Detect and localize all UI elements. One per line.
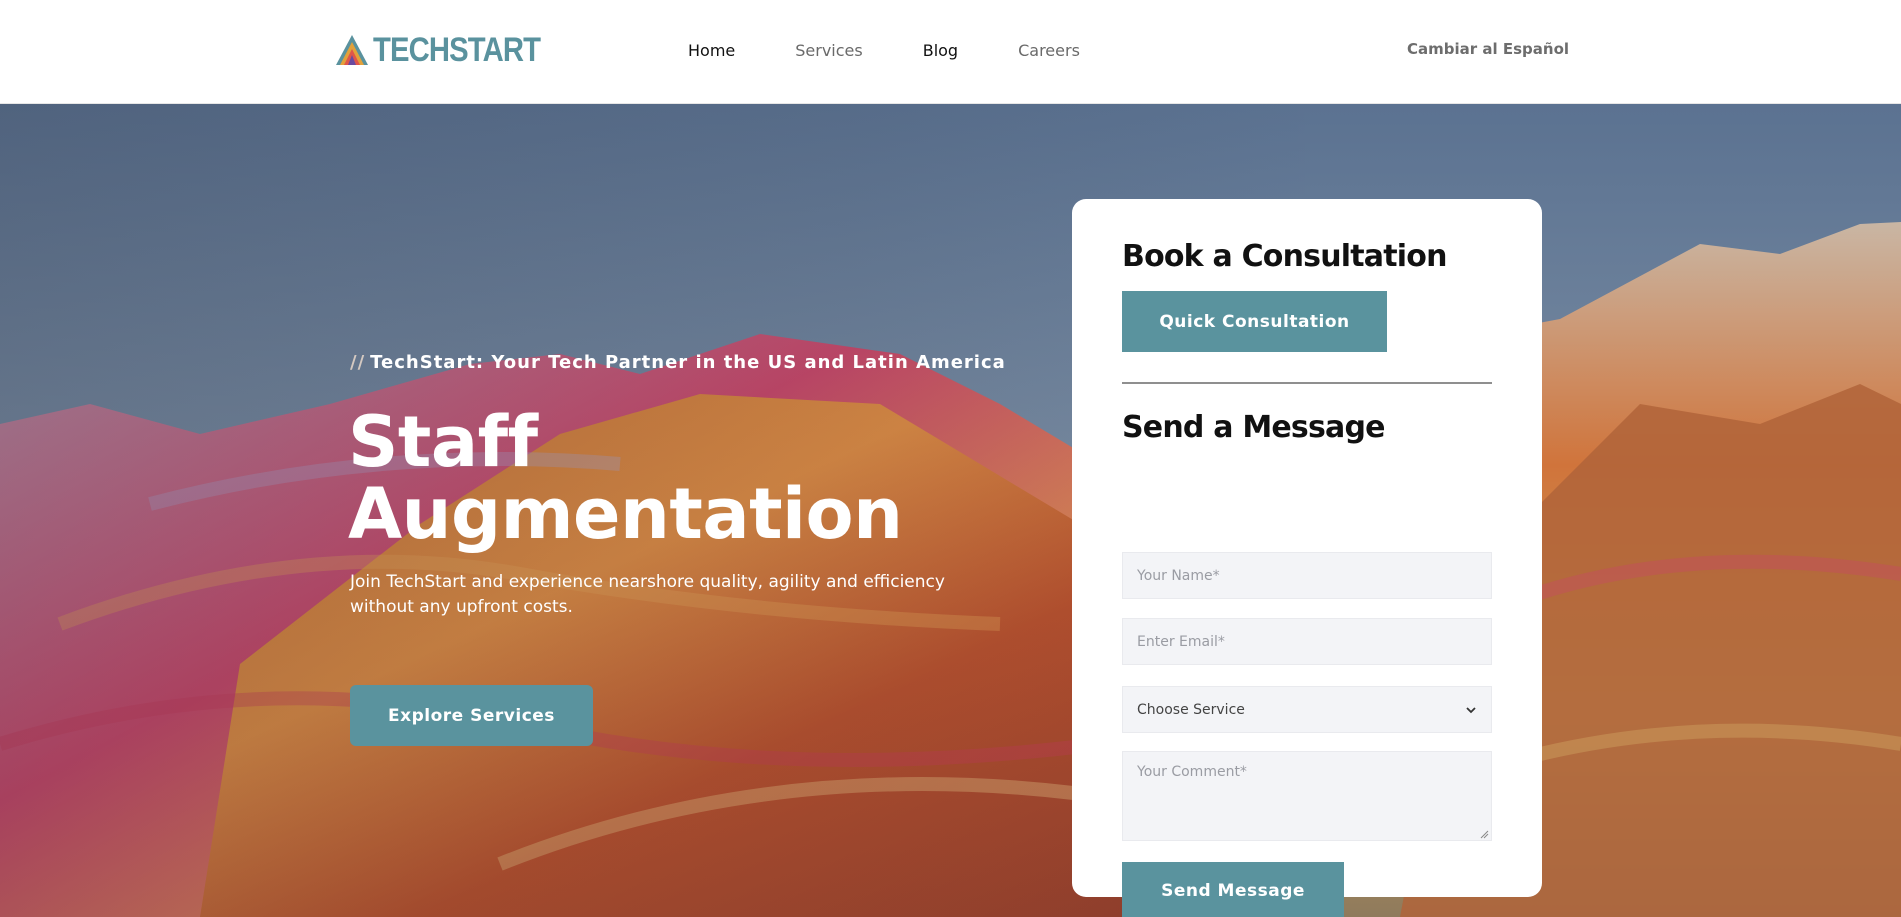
- hero-title-line1: Staff: [348, 401, 538, 483]
- nav-services[interactable]: Services: [795, 40, 862, 62]
- book-consultation-heading: Book a Consultation: [1122, 239, 1447, 274]
- resize-grip-icon[interactable]: [1480, 830, 1489, 839]
- logo-text: TECHSTART: [373, 31, 541, 69]
- site-header: TECHSTART Home Services Blog Careers Cam…: [0, 0, 1901, 104]
- send-message-button[interactable]: Send Message: [1122, 862, 1344, 917]
- hero-title-line2: Augmentation: [348, 473, 903, 555]
- hero-eyebrow: //TechStart: Your Tech Partner in the US…: [350, 352, 1006, 373]
- logo-link[interactable]: TECHSTART: [335, 33, 567, 67]
- hero-subtitle: Join TechStart and experience nearshore …: [350, 572, 945, 617]
- hero-title: Staff Augmentation: [348, 406, 968, 550]
- nav-blog[interactable]: Blog: [923, 40, 958, 62]
- eyebrow-slashes: //: [350, 352, 366, 373]
- contact-card: Book a Consultation Quick Consultation S…: [1072, 199, 1542, 917]
- nav-home[interactable]: Home: [688, 40, 735, 62]
- card-divider: [1122, 382, 1492, 384]
- hero-section: //TechStart: Your Tech Partner in the US…: [0, 104, 1901, 917]
- explore-services-button[interactable]: Explore Services: [350, 685, 593, 746]
- main-nav: Home Services Blog Careers: [688, 40, 1140, 62]
- nav-careers[interactable]: Careers: [1018, 40, 1080, 62]
- name-field[interactable]: [1122, 552, 1492, 599]
- service-select[interactable]: Choose Service: [1122, 686, 1492, 733]
- send-message-heading: Send a Message: [1122, 410, 1386, 445]
- triangle-logo-icon: [336, 35, 368, 65]
- language-switch-link[interactable]: Cambiar al Español: [1407, 38, 1569, 60]
- eyebrow-text: TechStart: Your Tech Partner in the US a…: [370, 352, 1006, 373]
- quick-consultation-button[interactable]: Quick Consultation: [1122, 291, 1387, 352]
- service-select-value: Choose Service: [1137, 701, 1245, 718]
- chevron-down-icon: [1466, 706, 1476, 713]
- comment-field[interactable]: [1122, 751, 1492, 841]
- email-field[interactable]: [1122, 618, 1492, 665]
